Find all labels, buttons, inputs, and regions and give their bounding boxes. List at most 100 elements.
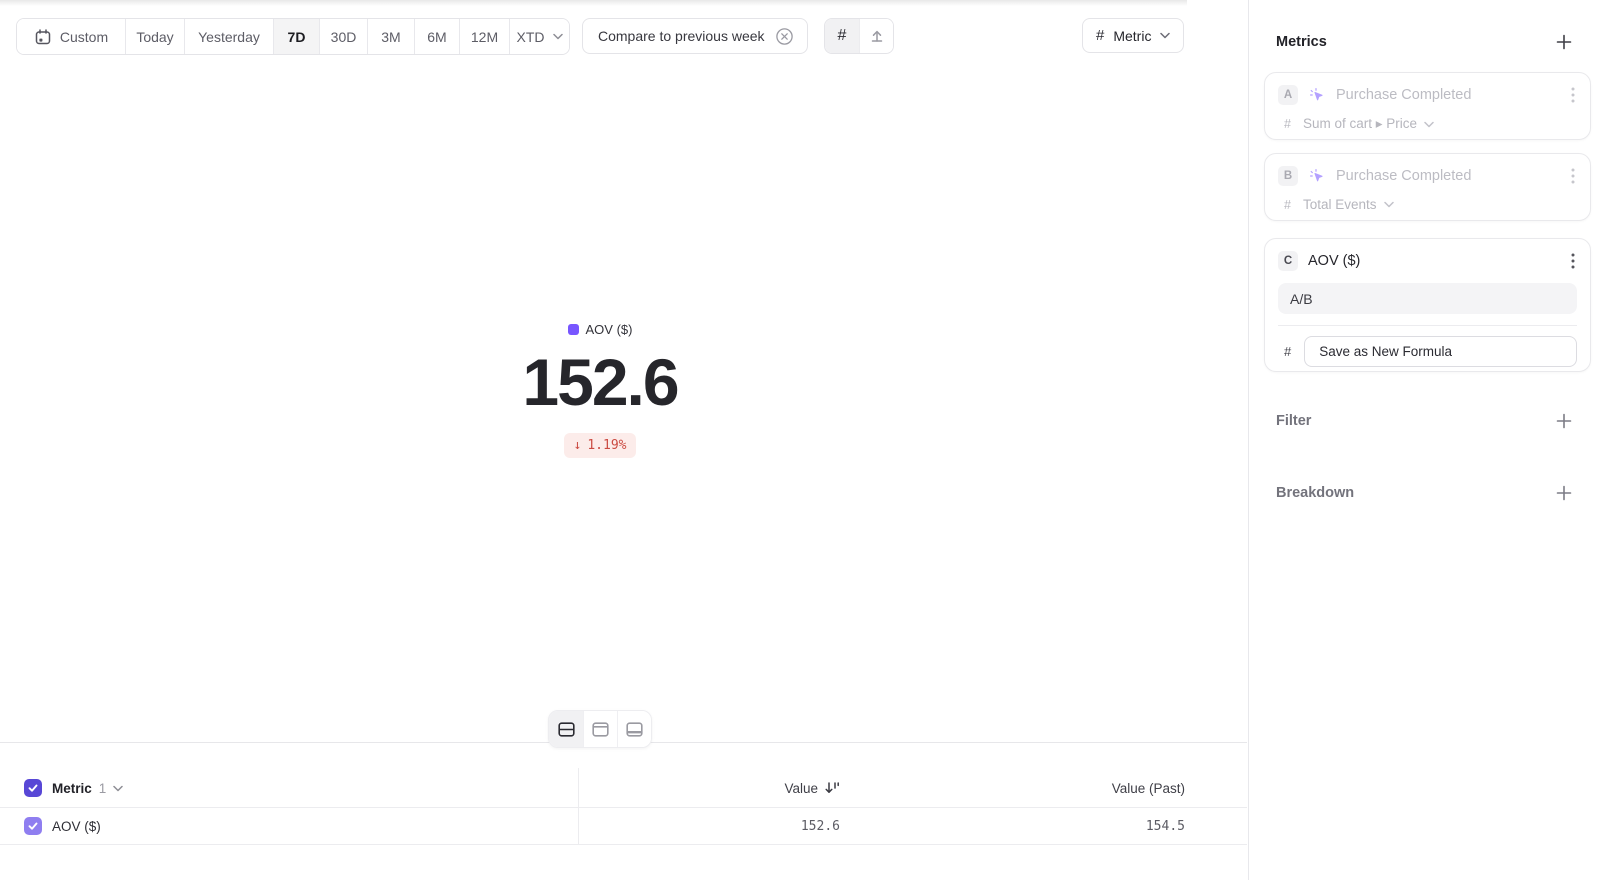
table-header: Metric 1 Value Value (Past)	[0, 768, 1247, 808]
range-3m-button[interactable]: 3M	[367, 19, 414, 54]
kpi-delta-badge: ↓ 1.19%	[564, 433, 637, 458]
range-xtd-button[interactable]: XTD	[509, 19, 569, 54]
calendar-icon	[34, 28, 52, 46]
table-column-divider	[578, 768, 579, 845]
chevron-down-icon	[113, 785, 123, 792]
card-divider	[1278, 325, 1577, 326]
metric-event-name: Purchase Completed	[1336, 87, 1559, 103]
metric-badge: A	[1278, 85, 1298, 105]
range-label: Yesterday	[198, 29, 260, 45]
metric-card-row: A Purchase Completed	[1278, 84, 1577, 106]
layout-split-icon[interactable]	[549, 711, 583, 747]
metric-card-row: B Purchase Completed	[1278, 165, 1577, 187]
hash-icon: #	[1284, 117, 1291, 131]
scroll-shadow	[0, 0, 1187, 6]
range-custom-button[interactable]: Custom	[17, 19, 125, 54]
value-column-header[interactable]: Value	[784, 768, 840, 808]
measure-label: Total Events	[1303, 197, 1377, 212]
metric-badge: C	[1278, 251, 1298, 271]
range-label: 30D	[331, 29, 357, 45]
legend-label: AOV ($)	[586, 322, 633, 337]
sort-descending-icon	[824, 781, 840, 795]
hash-icon: #	[1284, 344, 1291, 359]
number-mode-button[interactable]: #	[825, 19, 859, 53]
goal-arrow-icon	[868, 27, 886, 45]
metric-card-c[interactable]: C AOV ($) A/B # Save as New Formula	[1264, 238, 1591, 372]
view-toggle-group	[548, 710, 652, 748]
metric-header-count: 1	[99, 781, 107, 796]
chevron-down-icon	[1384, 201, 1394, 208]
table-row[interactable]: AOV ($) 152.6 154.5	[0, 808, 1247, 845]
hash-icon: #	[1284, 198, 1291, 212]
range-7d-button[interactable]: 7D	[273, 19, 319, 54]
kpi-delta-value: 1.19%	[587, 438, 626, 453]
row-metric-name: AOV ($)	[52, 808, 101, 845]
range-12m-button[interactable]: 12M	[459, 19, 509, 54]
measure-label-group: Sum of cart ▸ Price	[1303, 116, 1434, 132]
measure-label: Sum of cart ▸ Price	[1303, 116, 1417, 132]
metric-column-header[interactable]: Metric 1	[52, 768, 123, 808]
metric-event-name: Purchase Completed	[1336, 168, 1559, 184]
metric-card-b[interactable]: B Purchase Completed # Total Events	[1264, 153, 1591, 221]
metric-card-a[interactable]: A Purchase Completed # Sum of cart ▸ Pri…	[1264, 72, 1591, 140]
chevron-down-icon	[553, 33, 563, 40]
breakdown-title: Breakdown	[1276, 485, 1354, 501]
range-yesterday-button[interactable]: Yesterday	[184, 19, 273, 54]
metric-dropdown[interactable]: # Metric	[1082, 18, 1184, 53]
hash-icon: #	[838, 27, 847, 45]
range-label: 7D	[288, 29, 306, 45]
event-sparkle-icon	[1308, 86, 1326, 104]
range-30d-button[interactable]: 30D	[319, 19, 367, 54]
range-label: XTD	[517, 29, 545, 45]
range-today-button[interactable]: Today	[125, 19, 184, 54]
value-past-header-label: Value (Past)	[1112, 781, 1185, 796]
row-checkbox[interactable]	[24, 817, 42, 835]
add-filter-icon[interactable]	[1555, 412, 1573, 430]
value-mode-toggle: #	[824, 18, 894, 54]
select-all-checkbox[interactable]	[24, 779, 42, 797]
measure-selector[interactable]: # Sum of cart ▸ Price	[1284, 116, 1577, 132]
range-label: 12M	[471, 29, 498, 45]
measure-label-group: Total Events	[1303, 197, 1394, 212]
add-metric-icon[interactable]	[1555, 33, 1573, 51]
event-sparkle-icon	[1308, 167, 1326, 185]
filter-section-header: Filter	[1276, 412, 1573, 430]
metric-dropdown-label: Metric	[1113, 28, 1151, 44]
metric-card-row: C AOV ($)	[1278, 250, 1577, 272]
measure-selector[interactable]: # Total Events	[1284, 197, 1577, 212]
breakdown-section-header: Breakdown	[1276, 484, 1573, 502]
metric-options-icon[interactable]	[1569, 85, 1577, 105]
layout-top-icon[interactable]	[583, 711, 617, 747]
range-label: Today	[136, 29, 173, 45]
save-formula-row: # Save as New Formula	[1284, 336, 1577, 367]
kpi-block: AOV ($) 152.6 ↓ 1.19%	[0, 322, 1200, 458]
query-sidebar: Metrics A Purchase Completed	[1248, 0, 1600, 880]
value-past-column-header[interactable]: Value (Past)	[1112, 768, 1185, 808]
range-label: Custom	[60, 29, 108, 45]
formula-input[interactable]: A/B	[1278, 283, 1577, 314]
row-value: 152.6	[801, 808, 840, 845]
layout-bottom-icon[interactable]	[617, 711, 651, 747]
down-arrow-icon: ↓	[574, 438, 582, 453]
row-value-past: 154.5	[1146, 808, 1185, 845]
metric-options-icon[interactable]	[1569, 166, 1577, 186]
metric-badge: B	[1278, 166, 1298, 186]
metric-header-label: Metric	[52, 781, 92, 796]
metrics-section-header: Metrics	[1276, 33, 1573, 51]
goal-mode-button[interactable]	[859, 19, 893, 53]
range-label: 6M	[427, 29, 446, 45]
remove-compare-icon[interactable]	[775, 27, 794, 46]
chevron-down-icon	[1424, 121, 1434, 128]
main-area: Custom Today Yesterday 7D 30D 3M 6M 12M	[0, 0, 1248, 880]
range-6m-button[interactable]: 6M	[414, 19, 459, 54]
compare-label: Compare to previous week	[598, 28, 765, 44]
save-as-new-formula-button[interactable]: Save as New Formula	[1304, 336, 1577, 367]
chevron-down-icon	[1160, 32, 1170, 39]
add-breakdown-icon[interactable]	[1555, 484, 1573, 502]
kpi-legend: AOV ($)	[568, 322, 633, 337]
hash-icon: #	[1096, 27, 1104, 44]
metric-options-icon[interactable]	[1569, 251, 1577, 271]
date-range-group: Custom Today Yesterday 7D 30D 3M 6M 12M	[16, 18, 570, 55]
compare-chip[interactable]: Compare to previous week	[582, 18, 808, 54]
filter-title: Filter	[1276, 413, 1311, 429]
